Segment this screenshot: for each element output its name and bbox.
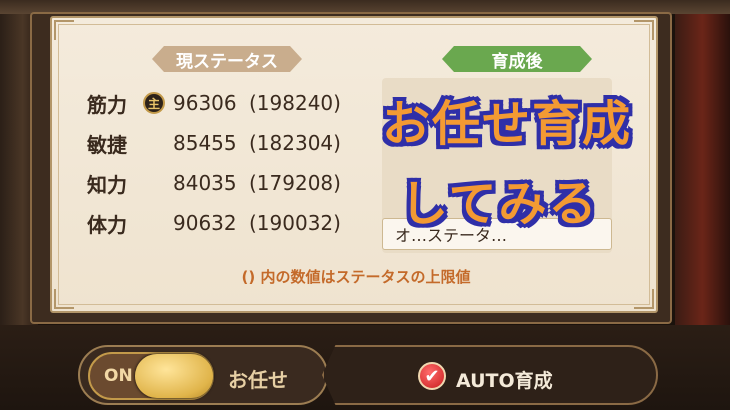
stat-name: 体力 [87, 212, 127, 237]
corner-ornament [54, 289, 74, 309]
after-training-header: 育成後 [442, 46, 592, 72]
corner-ornament [634, 289, 654, 309]
stat-row-strength: 筋力 主 96306 (198240) [87, 88, 341, 118]
stat-row-vitality: 体力 90632 (190032) [87, 208, 341, 238]
stat-value: 84035 [173, 171, 237, 195]
toggle-knob[interactable] [135, 354, 213, 398]
stat-max: (190032) [249, 211, 341, 235]
auto-training-label[interactable]: AUTO育成 [456, 366, 553, 393]
auto-training-check-icon[interactable]: ✔ [418, 362, 446, 390]
current-status-header: 現ステータス [152, 46, 302, 72]
corner-ornament [634, 20, 654, 40]
stat-name: 筋力 [87, 92, 127, 117]
stat-value: 90632 [173, 211, 237, 235]
stat-row-agility: 敏捷 85455 (182304) [87, 128, 341, 158]
omakase-label: お任せ [228, 368, 288, 392]
stat-name: 知力 [87, 172, 127, 197]
stat-name: 敏捷 [87, 132, 127, 157]
corner-ornament [54, 20, 74, 40]
stat-row-intelligence: 知力 84035 (179208) [87, 168, 341, 198]
stat-max: (179208) [249, 171, 341, 195]
toggle-state-label: ON [104, 366, 133, 386]
status-limit-note: () 内の数値はステータスの上限値 [241, 268, 471, 286]
stat-value: 96306 [173, 91, 237, 115]
stat-value: 85455 [173, 131, 237, 155]
main-stat-badge-icon: 主 [143, 92, 165, 114]
caption-overlay-line2: してみる [400, 176, 599, 232]
stat-max: (198240) [249, 91, 341, 115]
stat-max: (182304) [249, 131, 341, 155]
caption-overlay-line1: お任せ育成 [382, 96, 633, 152]
